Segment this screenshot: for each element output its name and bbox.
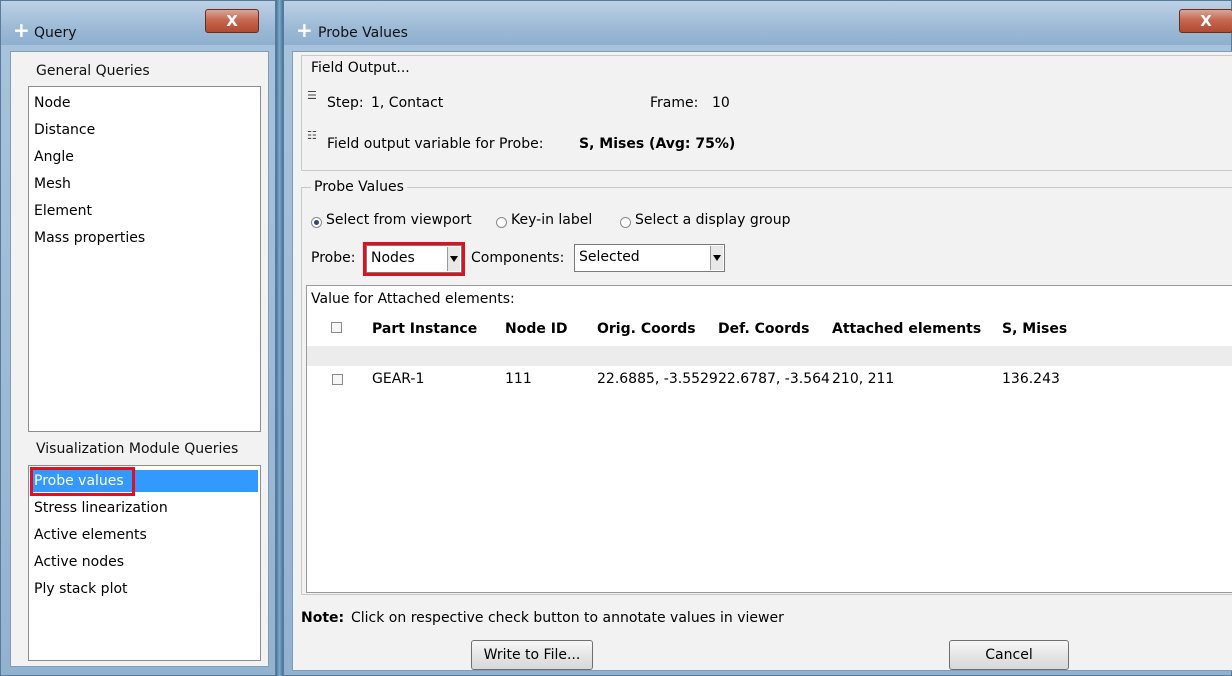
column-header-part-instance[interactable]: Part Instance: [372, 321, 477, 337]
attached-elements-table: Value for Attached elements: Part Instan…: [306, 285, 1232, 593]
list-item-mass-properties[interactable]: Mass properties: [34, 227, 145, 249]
column-header-node-id[interactable]: Node ID: [505, 321, 568, 337]
query-window: + Query X General Queries Node Distance …: [0, 0, 276, 676]
list-item-node[interactable]: Node: [34, 92, 71, 114]
list-item-element[interactable]: Element: [34, 200, 92, 222]
cell-def-coords: 22.6787, -3.564: [718, 371, 830, 387]
table-caption: Value for Attached elements:: [311, 291, 515, 307]
visualization-queries-label: Visualization Module Queries: [36, 441, 239, 457]
radio-key-in-label[interactable]: [496, 217, 507, 228]
field-variable-icon: ☷: [307, 129, 317, 142]
probe-close-button[interactable]: X: [1179, 9, 1232, 33]
list-item-angle[interactable]: Angle: [34, 146, 74, 168]
cell-s-mises: 136.243: [1002, 371, 1060, 387]
query-panel: General Queries Node Distance Angle Mesh…: [10, 51, 269, 667]
table-row[interactable]: GEAR-1 111 22.6885, -3.5529 22.6787, -3.…: [307, 368, 1232, 392]
frame-value: 10: [712, 95, 730, 111]
field-output-group: [301, 55, 1232, 171]
frame-label: Frame:: [650, 95, 699, 111]
probe-label: Probe:: [311, 250, 356, 266]
cell-orig-coords: 22.6885, -3.5529: [597, 371, 718, 387]
query-titlebar[interactable]: + Query X: [1, 1, 275, 45]
radio-label-select-from-viewport[interactable]: Select from viewport: [326, 212, 472, 228]
cell-part-instance: GEAR-1: [372, 371, 425, 387]
radio-select-from-viewport[interactable]: [311, 217, 322, 228]
radio-select-display-group[interactable]: [620, 217, 631, 228]
probe-values-highlight: [30, 467, 135, 496]
general-queries-list[interactable]: Node Distance Angle Mesh Element Mass pr…: [28, 86, 261, 432]
note-label: Note:: [301, 610, 345, 626]
column-header-attached-elements[interactable]: Attached elements: [832, 321, 981, 337]
field-variable-label: Field output variable for Probe:: [327, 136, 544, 152]
query-window-title: Query: [34, 25, 77, 41]
list-item-ply-stack-plot[interactable]: Ply stack plot: [34, 578, 128, 600]
step-value: 1, Contact: [371, 95, 444, 111]
step-label: Step:: [327, 95, 364, 111]
probe-panel: Field Output... ☰ Step: 1, Contact Frame…: [292, 51, 1232, 671]
components-select[interactable]: Selected: [574, 244, 725, 272]
probe-values-group-label: Probe Values: [311, 179, 407, 195]
probe-values-window: + Probe Values X Field Output... ☰ Step:…: [283, 0, 1232, 676]
cell-node-id: 111: [505, 371, 532, 387]
table-header-spacer: [307, 346, 1232, 366]
move-cross-icon: +: [13, 18, 30, 42]
window-divider: [276, 0, 283, 676]
step-icon: ☰: [307, 89, 317, 102]
list-item-mesh[interactable]: Mesh: [34, 173, 71, 195]
chevron-down-icon[interactable]: [710, 246, 723, 270]
list-item-distance[interactable]: Distance: [34, 119, 95, 141]
components-label: Components:: [471, 250, 565, 266]
column-header-def-coords[interactable]: Def. Coords: [718, 321, 809, 337]
select-all-checkbox[interactable]: [331, 322, 342, 333]
move-cross-icon: +: [296, 18, 313, 42]
note-text: Click on respective check button to anno…: [351, 610, 784, 626]
list-item-stress-linearization[interactable]: Stress linearization: [34, 497, 168, 519]
cancel-button[interactable]: Cancel: [949, 640, 1069, 670]
probe-titlebar[interactable]: + Probe Values X: [284, 1, 1232, 45]
field-variable-value: S, Mises (Avg: 75%): [579, 136, 736, 152]
list-item-active-elements[interactable]: Active elements: [34, 524, 147, 546]
list-item-active-nodes[interactable]: Active nodes: [34, 551, 124, 573]
components-value: Selected: [579, 249, 640, 265]
radio-label-select-display-group[interactable]: Select a display group: [635, 212, 791, 228]
probe-type-highlight: [363, 242, 465, 276]
cell-attached-elements: 210, 211: [832, 371, 895, 387]
probe-window-title: Probe Values: [318, 25, 408, 41]
row-annotate-checkbox[interactable]: [332, 374, 343, 385]
query-close-button[interactable]: X: [205, 9, 259, 33]
field-output-label: Field Output...: [311, 60, 410, 76]
column-header-orig-coords[interactable]: Orig. Coords: [597, 321, 696, 337]
radio-label-key-in-label[interactable]: Key-in label: [511, 212, 592, 228]
column-header-s-mises[interactable]: S, Mises: [1002, 321, 1067, 337]
general-queries-label: General Queries: [36, 63, 150, 79]
write-to-file-button[interactable]: Write to File...: [471, 640, 593, 670]
